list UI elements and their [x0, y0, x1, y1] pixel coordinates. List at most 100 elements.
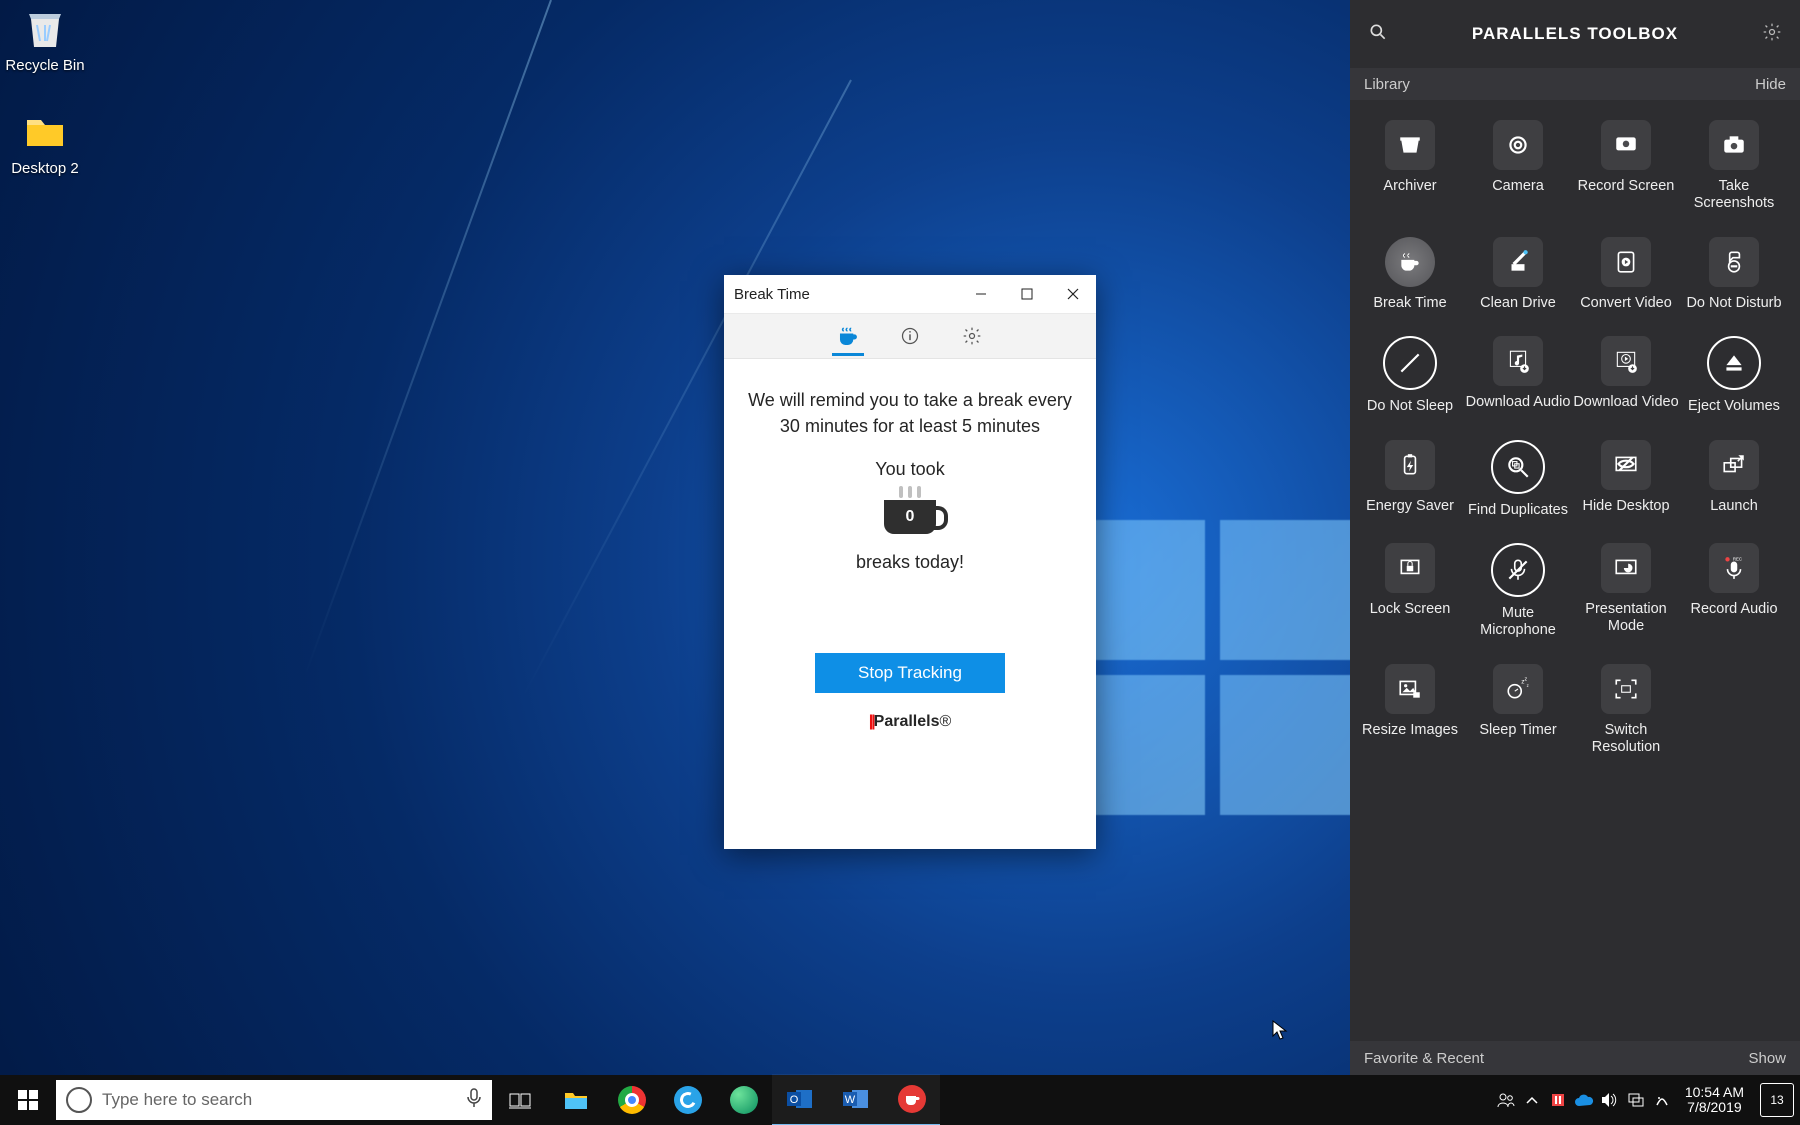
- tool-break-time[interactable]: Break Time: [1356, 227, 1464, 326]
- stop-tracking-button[interactable]: Stop Tracking: [815, 653, 1005, 693]
- tool-label: Lock Screen: [1356, 601, 1464, 618]
- taskbar-word[interactable]: W: [828, 1074, 884, 1125]
- tool-resize-images[interactable]: Resize Images: [1356, 654, 1464, 771]
- tray-chevron-up-icon[interactable]: [1519, 1096, 1545, 1104]
- tool-archiver[interactable]: Archiver: [1356, 110, 1464, 227]
- camera-icon: [1493, 120, 1543, 170]
- close-button[interactable]: [1050, 275, 1096, 313]
- taskbar-outlook[interactable]: O: [772, 1074, 828, 1125]
- tool-eject-volumes[interactable]: Eject Volumes: [1680, 326, 1788, 429]
- windows-icon: [18, 1090, 38, 1110]
- presentation-mode-icon: [1601, 543, 1651, 593]
- tool-convert-video[interactable]: Convert Video: [1572, 227, 1680, 326]
- taskbar-ie[interactable]: [660, 1075, 716, 1125]
- settings-icon[interactable]: [1762, 22, 1782, 47]
- coffee-cup-icon: 0: [884, 500, 936, 534]
- desktop-icon-recycle-bin[interactable]: Recycle Bin: [5, 5, 85, 74]
- tab-break[interactable]: [834, 316, 862, 356]
- tray-parallels-icon[interactable]: [1545, 1092, 1571, 1108]
- taskbar-file-explorer[interactable]: [548, 1075, 604, 1125]
- tool-record-screen[interactable]: Record Screen: [1572, 110, 1680, 227]
- clean-drive-icon: [1493, 237, 1543, 287]
- taskbar-apps: O W: [492, 1075, 940, 1125]
- tab-settings[interactable]: [958, 316, 986, 356]
- eject-volumes-icon: [1707, 336, 1761, 390]
- tool-download-audio[interactable]: Download Audio: [1464, 326, 1572, 429]
- tool-presentation-mode[interactable]: Presentation Mode: [1572, 533, 1680, 654]
- system-tray: 10:54 AM 7/8/2019 13: [1493, 1083, 1800, 1117]
- parallels-brand: ||Parallels®: [748, 713, 1072, 731]
- break-time-icon: [1385, 237, 1435, 287]
- svg-text:z: z: [1525, 676, 1528, 682]
- tool-sleep-timer[interactable]: zzzSleep Timer: [1464, 654, 1572, 771]
- tool-do-not-sleep[interactable]: Do Not Sleep: [1356, 326, 1464, 429]
- tool-hide-desktop[interactable]: Hide Desktop: [1572, 430, 1680, 533]
- start-button[interactable]: [0, 1075, 56, 1125]
- svg-text:REC: REC: [1733, 556, 1742, 561]
- find-duplicates-icon: [1491, 440, 1545, 494]
- resize-images-icon: [1385, 664, 1435, 714]
- gear-icon: [962, 326, 982, 346]
- tray-input-icon[interactable]: [1649, 1092, 1675, 1108]
- outlook-icon: O: [786, 1087, 814, 1111]
- tool-mute-microphone[interactable]: Mute Microphone: [1464, 533, 1572, 654]
- maximize-button[interactable]: [1004, 275, 1050, 313]
- tool-label: Convert Video: [1572, 295, 1680, 312]
- minimize-button[interactable]: [958, 275, 1004, 313]
- taskbar-chrome[interactable]: [604, 1075, 660, 1125]
- tool-label: Do Not Disturb: [1680, 295, 1788, 312]
- taskbar-edge[interactable]: [716, 1075, 772, 1125]
- desktop-icon-label: Desktop 2: [5, 160, 85, 177]
- search-box[interactable]: Type here to search: [56, 1080, 492, 1120]
- tab-info[interactable]: [896, 316, 924, 356]
- tool-label: Camera: [1464, 178, 1572, 195]
- tray-onedrive-icon[interactable]: [1571, 1093, 1597, 1107]
- tool-do-not-disturb[interactable]: Do Not Disturb: [1680, 227, 1788, 326]
- search-icon[interactable]: [1368, 22, 1388, 47]
- tool-download-video[interactable]: Download Video: [1572, 326, 1680, 429]
- tray-volume-icon[interactable]: [1597, 1092, 1623, 1108]
- tool-label: Find Duplicates: [1464, 502, 1572, 519]
- switch-resolution-icon: [1601, 664, 1651, 714]
- tool-switch-resolution[interactable]: Switch Resolution: [1572, 654, 1680, 771]
- microphone-icon[interactable]: [466, 1088, 482, 1113]
- tool-take-screenshots[interactable]: Take Screenshots: [1680, 110, 1788, 227]
- window-body: We will remind you to take a break every…: [724, 359, 1096, 731]
- word-icon: W: [842, 1087, 870, 1111]
- window-title: Break Time: [724, 286, 958, 303]
- energy-saver-icon: [1385, 440, 1435, 490]
- tool-camera[interactable]: Camera: [1464, 110, 1572, 227]
- break-count: 0: [906, 508, 915, 526]
- cortana-icon: [66, 1087, 92, 1113]
- svg-text:z: z: [1527, 683, 1529, 688]
- svg-text:O: O: [790, 1094, 799, 1106]
- show-link[interactable]: Show: [1748, 1050, 1786, 1067]
- desktop-icon-desktop2[interactable]: Desktop 2: [5, 108, 85, 177]
- taskbar-breaktime[interactable]: [884, 1074, 940, 1125]
- action-center-icon[interactable]: 13: [1760, 1083, 1794, 1117]
- tool-clean-drive[interactable]: Clean Drive: [1464, 227, 1572, 326]
- take-screenshots-icon: [1709, 120, 1759, 170]
- desktop-icon-label: Recycle Bin: [5, 57, 85, 74]
- tool-find-duplicates[interactable]: Find Duplicates: [1464, 430, 1572, 533]
- tray-clock[interactable]: 10:54 AM 7/8/2019: [1685, 1085, 1744, 1116]
- hide-desktop-icon: [1601, 440, 1651, 490]
- tab-bar: [724, 314, 1096, 359]
- tray-network-icon[interactable]: [1623, 1092, 1649, 1108]
- chrome-icon: [618, 1086, 646, 1114]
- desktop[interactable]: Recycle Bin Desktop 2 Break Time: [0, 0, 1800, 1125]
- coffee-icon: [837, 325, 859, 347]
- task-view-button[interactable]: [492, 1075, 548, 1125]
- recycle-bin-icon: [21, 5, 69, 53]
- tool-lock-screen[interactable]: Lock Screen: [1356, 533, 1464, 654]
- tool-record-audio[interactable]: RECRecord Audio: [1680, 533, 1788, 654]
- title-bar[interactable]: Break Time: [724, 275, 1096, 314]
- taskbar: Type here to search O W 10:54 AM: [0, 1075, 1800, 1125]
- tool-energy-saver[interactable]: Energy Saver: [1356, 430, 1464, 533]
- tray-people-icon[interactable]: [1493, 1091, 1519, 1109]
- hide-link[interactable]: Hide: [1755, 76, 1786, 93]
- tool-launch[interactable]: Launch: [1680, 430, 1788, 533]
- mouse-cursor: [1272, 1020, 1288, 1042]
- tool-label: Download Video: [1572, 394, 1680, 411]
- tool-grid: ArchiverCameraRecord ScreenTake Screensh…: [1350, 100, 1800, 1041]
